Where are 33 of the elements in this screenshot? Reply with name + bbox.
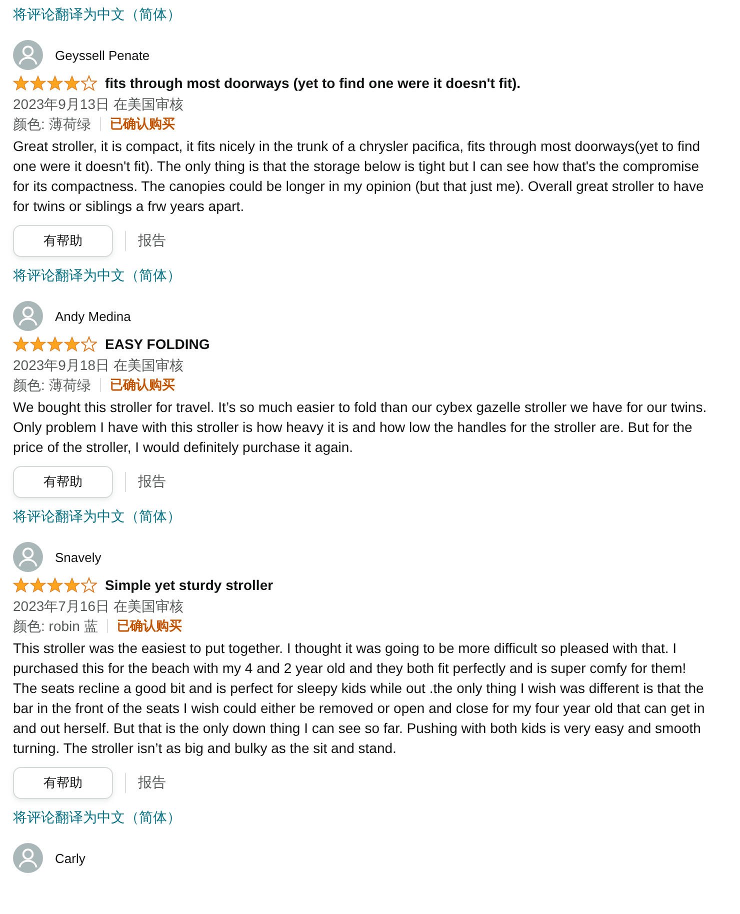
variant-label: 颜色: 薄荷绿 [13,378,101,392]
verified-purchase: 已确认购买 [116,617,182,635]
report-link[interactable]: 报告 [138,232,166,250]
review-date: 2023年9月18日 在美国审核 [13,356,184,375]
review-date: 2023年7月16日 在美国审核 [13,597,184,616]
variant-label: 颜色: 薄荷绿 [13,117,101,131]
review-title: EASY FOLDING [105,336,210,352]
translate-link[interactable]: 将评论翻译为中文（简体） [13,506,181,526]
helpful-button[interactable]: 有帮助 [13,767,113,799]
review-text: This stroller was the easiest to put together. I thought it was going to be more difficult so pleased with that. I purchased this for the beach with my 4 and 2 year old and they both fit perfectly and is super comfy for them! The seats recline a good bit and is perfect for sleepy kids while out .the only thing I wish was different is that the bar in the front of the seats I wish could either be removed or open and close for my four year old that can get in and out herself. But that is the only down thing I can see so far. Pushing with both kids is very easy and smooth turning. The stroller isn’t as big and bulky as the sit and stand. [13,639,706,758]
avatar-icon [13,301,43,331]
avatar-icon [13,40,43,70]
verified-purchase: 已确认购买 [110,376,175,394]
review-date: 2023年9月13日 在美国审核 [13,95,184,114]
reviewer-name: Snavely [55,550,102,564]
translate-link[interactable]: 将评论翻译为中文（简体） [13,4,181,24]
review-title: fits through most doorways (yet to find one were it doesn't fit). [105,75,521,91]
avatar-icon [13,542,43,572]
reviewer-name: Geyssell Penate [55,48,150,62]
review-text: We bought this stroller for travel. It’s so much easier to fold than our cybex gazelle stroller we have for our twins. Only problem I have with this stroller is how heavy it is and how low the handles for the stroller are. But for the price of the stroller, I would definitely purchase it again. [13,398,708,457]
reviewer-name: Andy Medina [55,308,131,324]
avatar-icon [13,843,43,873]
helpful-button[interactable]: 有帮助 [13,466,113,498]
translate-link[interactable]: 将评论翻译为中文（简体） [13,807,181,827]
helpful-button[interactable]: 有帮助 [13,225,113,257]
review-title: Simple yet sturdy stroller [105,577,274,593]
variant-label: 颜色: robin 蓝 [13,619,108,633]
review-text: Great stroller, it is compact, it fits nicely in the trunk of a chrysler pacifica, fits through most doorways(yet to find one were it doesn't fit). The only thing is that the storage below is tight but I can see how that's the compromise for its compactness. The canopies could be longer in my opinion (but that just me). Overall great stroller to have for twins or siblings a frw years apart. [13,137,705,216]
translate-link[interactable]: 将评论翻译为中文（简体） [13,265,181,285]
report-link[interactable]: 报告 [138,774,166,792]
verified-purchase: 已确认购买 [110,115,175,133]
report-link[interactable]: 报告 [138,473,166,491]
reviewer-name: Carly [55,850,86,866]
